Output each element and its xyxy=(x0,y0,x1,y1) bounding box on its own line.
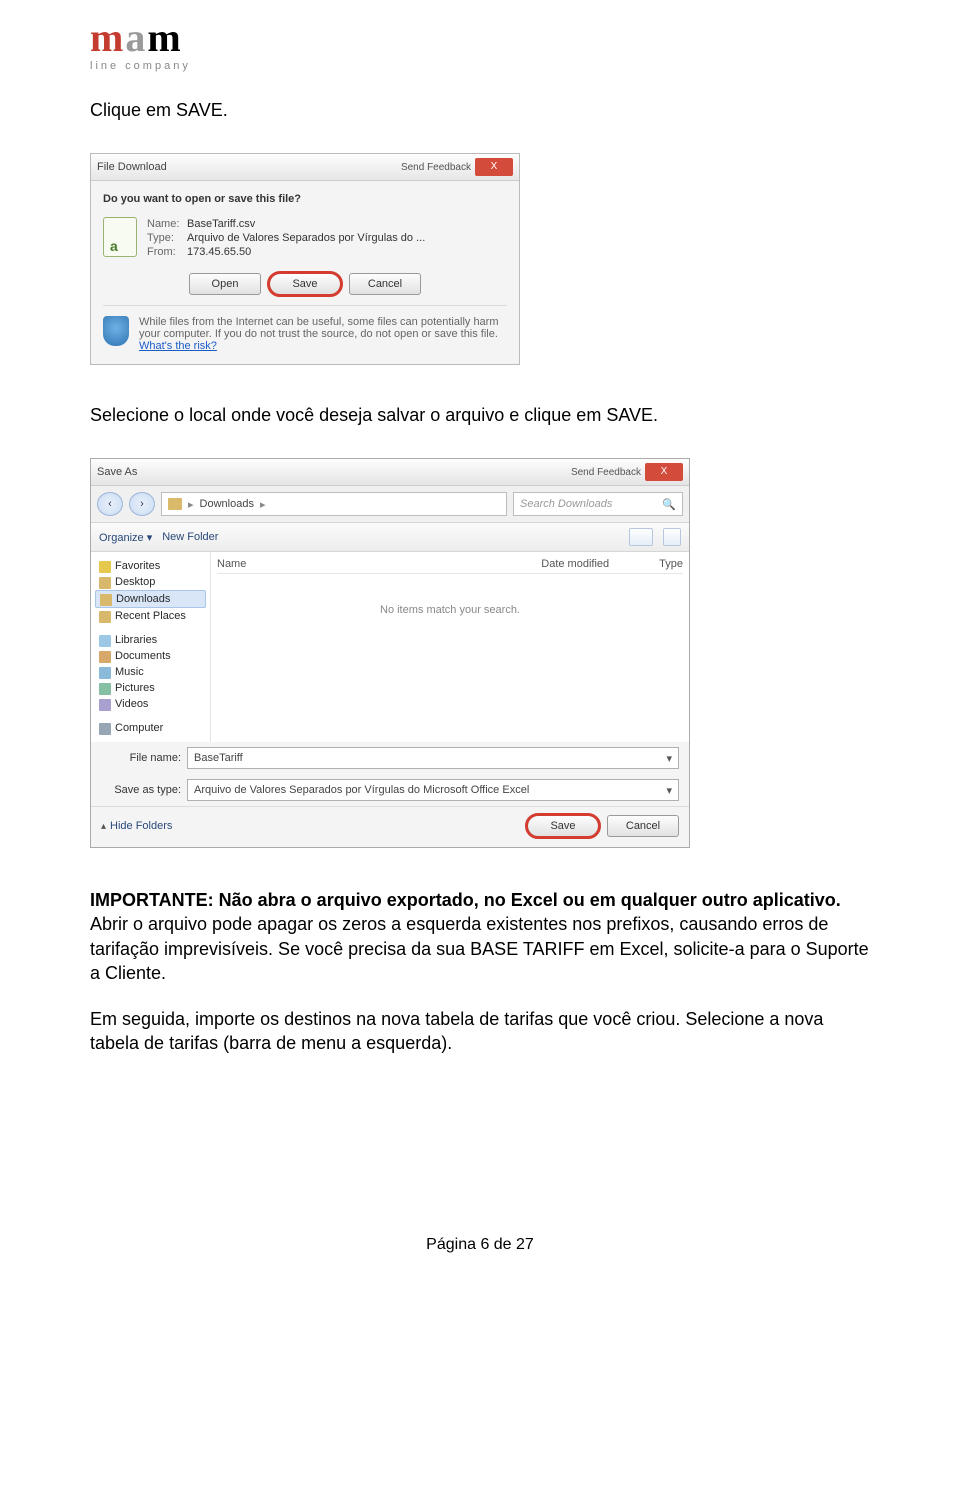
filetype-select[interactable]: Arquivo de Valores Separados por Vírgula… xyxy=(187,779,679,801)
filetype-label: Save as type: xyxy=(101,784,181,796)
sidebar-videos[interactable]: Videos xyxy=(95,696,206,712)
filename-input[interactable]: BaseTariff ▾ xyxy=(187,747,679,769)
view-options-icon[interactable] xyxy=(629,528,653,546)
sidebar-documents[interactable]: Documents xyxy=(95,648,206,664)
important-bold: IMPORTANTE: Não abra o arquivo exportado… xyxy=(90,890,841,910)
file-download-dialog: File Download Send Feedback X Do you wan… xyxy=(90,153,520,365)
folder-icon xyxy=(168,498,182,510)
paragraph-important: IMPORTANTE: Não abra o arquivo exportado… xyxy=(90,888,870,985)
cancel-button[interactable]: Cancel xyxy=(349,273,421,295)
col-name[interactable]: Name xyxy=(217,558,246,570)
meta-type-value: Arquivo de Valores Separados por Vírgula… xyxy=(187,232,425,244)
meta-from-label: From: xyxy=(147,246,183,258)
open-button[interactable]: Open xyxy=(189,273,261,295)
dialog-titlebar: File Download Send Feedback X xyxy=(91,154,519,181)
meta-from-value: 173.45.65.50 xyxy=(187,246,251,258)
new-folder-button[interactable]: New Folder xyxy=(162,531,218,543)
chevron-right-icon: ▸ xyxy=(260,498,266,511)
saveas-titlebar: Save As Send Feedback X xyxy=(91,459,689,486)
sidebar-computer[interactable]: Computer xyxy=(95,720,206,736)
logo-subtitle: line company xyxy=(90,60,870,72)
save-as-dialog: Save As Send Feedback X ‹ › ▸ Downloads … xyxy=(90,458,690,848)
logo-letter-m1: m xyxy=(90,18,123,58)
search-icon: 🔍 xyxy=(662,498,676,511)
file-icon xyxy=(103,217,137,257)
filename-value: BaseTariff xyxy=(194,752,243,764)
chevron-down-icon[interactable]: ▾ xyxy=(666,784,672,797)
filetype-value: Arquivo de Valores Separados por Vírgula… xyxy=(194,784,529,796)
meta-type-label: Type: xyxy=(147,232,183,244)
sidebar-downloads[interactable]: Downloads xyxy=(95,590,206,608)
breadcrumb[interactable]: ▸ Downloads ▸ xyxy=(161,492,507,516)
sidebar-libraries[interactable]: Libraries xyxy=(95,632,206,648)
warning-text: While files from the Internet can be use… xyxy=(139,316,499,340)
nav-back-button[interactable]: ‹ xyxy=(97,492,123,516)
chevron-down-icon[interactable]: ▾ xyxy=(666,752,672,765)
important-rest: Abrir o arquivo pode apagar os zeros a e… xyxy=(90,914,869,983)
sidebar-pictures[interactable]: Pictures xyxy=(95,680,206,696)
organize-menu[interactable]: Organize ▾ xyxy=(99,531,152,544)
breadcrumb-location: Downloads xyxy=(200,498,254,510)
close-icon[interactable]: X xyxy=(475,158,513,176)
col-type[interactable]: Type xyxy=(659,558,683,570)
saveas-title-text: Save As xyxy=(97,466,137,478)
instruction-1: Clique em SAVE. xyxy=(90,100,870,121)
whats-the-risk-link[interactable]: What's the risk? xyxy=(139,340,217,352)
logo-letter-m2: m xyxy=(147,18,180,58)
logo-letter-a: a xyxy=(125,18,145,58)
search-placeholder: Search Downloads xyxy=(520,498,612,510)
file-list: Name Date modified Type No items match y… xyxy=(211,552,689,742)
close-icon[interactable]: X xyxy=(645,463,683,481)
chevron-up-icon: ▴ xyxy=(101,821,106,832)
hide-folders-label: Hide Folders xyxy=(110,820,172,832)
logo-letters: m a m xyxy=(90,18,870,58)
logo: m a m line company xyxy=(90,18,870,72)
hide-folders-toggle[interactable]: ▴ Hide Folders xyxy=(101,820,172,832)
meta-name-label: Name: xyxy=(147,218,183,230)
paragraph-next: Em seguida, importe os destinos na nova … xyxy=(90,1007,870,1056)
search-input[interactable]: Search Downloads 🔍 xyxy=(513,492,683,516)
filename-label: File name: xyxy=(101,752,181,764)
sidebar-desktop[interactable]: Desktop xyxy=(95,574,206,590)
instruction-2: Selecione o local onde você deseja salva… xyxy=(90,405,870,426)
cancel-button[interactable]: Cancel xyxy=(607,815,679,837)
meta-name-value: BaseTariff.csv xyxy=(187,218,255,230)
save-button[interactable]: Save xyxy=(269,273,341,295)
send-feedback-link[interactable]: Send Feedback xyxy=(401,162,471,173)
dialog-title-text: File Download xyxy=(97,161,167,173)
send-feedback-link[interactable]: Send Feedback xyxy=(571,467,641,478)
chevron-right-icon: ▸ xyxy=(188,498,194,511)
sidebar-favorites[interactable]: Favorites xyxy=(95,558,206,574)
save-button[interactable]: Save xyxy=(527,815,599,837)
sidebar-music[interactable]: Music xyxy=(95,664,206,680)
shield-icon xyxy=(103,316,129,346)
dialog-question: Do you want to open or save this file? xyxy=(103,193,507,205)
col-date[interactable]: Date modified xyxy=(541,558,609,570)
sidebar: Favorites Desktop Downloads Recent Place… xyxy=(91,552,211,742)
dialog-warning-text: While files from the Internet can be use… xyxy=(139,316,507,352)
page-footer: Página 6 de 27 xyxy=(90,1236,870,1254)
sidebar-recent[interactable]: Recent Places xyxy=(95,608,206,624)
nav-forward-button[interactable]: › xyxy=(129,492,155,516)
empty-message: No items match your search. xyxy=(217,574,683,646)
help-icon[interactable] xyxy=(663,528,681,546)
